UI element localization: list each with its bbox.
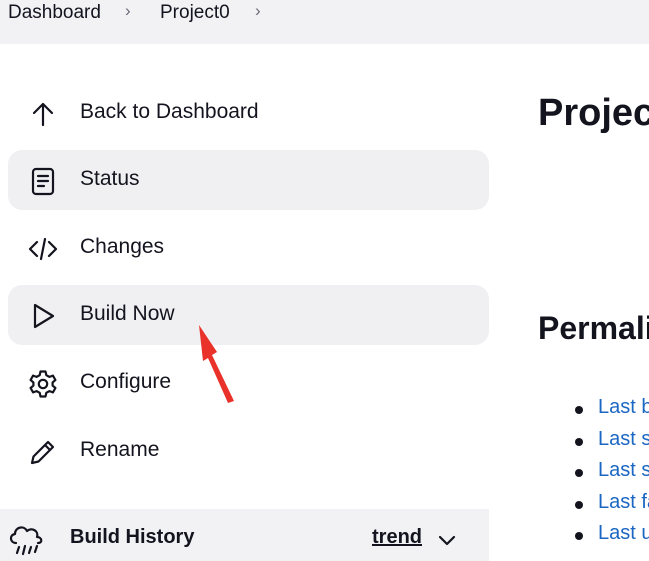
permalinks-heading: Permali [538,310,649,346]
sidebar-item-configure[interactable]: Configure [8,353,489,413]
sidebar-item-changes[interactable]: Changes [8,218,489,278]
sidebar-item-label: Build Now [80,302,175,325]
page-title: Project [538,92,649,134]
code-icon [28,237,58,261]
sidebar-item-build-now[interactable]: Build Now [8,285,489,345]
permalink-item[interactable]: Last s [574,459,649,491]
breadcrumb: Dashboard › Project0 › [0,0,649,44]
play-icon [33,303,55,329]
breadcrumb-project[interactable]: Project0 [160,2,230,24]
sidebar-item-label: Rename [80,438,160,461]
sidebar-item-label: Status [80,167,140,190]
breadcrumb-separator-icon: › [125,1,131,20]
arrow-up-icon [32,102,54,127]
build-history-title: Build History [70,526,195,548]
document-icon [31,167,55,196]
sidebar-item-status[interactable]: Status [8,150,489,210]
pencil-icon [30,440,55,465]
chevron-down-icon[interactable] [436,529,458,551]
permalink-item[interactable]: Last fa [574,491,649,523]
sidebar-item-label: Configure [80,370,172,393]
cloud-rain-icon [9,526,43,556]
gear-icon [29,370,57,398]
sidebar-item-back-to-dashboard[interactable]: Back to Dashboard [8,83,489,143]
permalink-item[interactable]: Last s [574,428,649,460]
build-history-panel: Build History trend [0,509,489,561]
sidebar-item-label: Back to Dashboard [80,100,259,123]
trend-link[interactable]: trend [372,526,422,549]
permalinks-list: Last b Last s Last s Last fa Last u [574,396,649,554]
permalink-item[interactable]: Last u [574,522,649,554]
breadcrumb-separator-icon[interactable]: › [255,1,261,21]
permalink-item[interactable]: Last b [574,396,649,428]
sidebar-item-label: Changes [80,235,165,258]
breadcrumb-dashboard[interactable]: Dashboard [8,2,101,24]
sidebar-item-rename[interactable]: Rename [8,421,489,481]
